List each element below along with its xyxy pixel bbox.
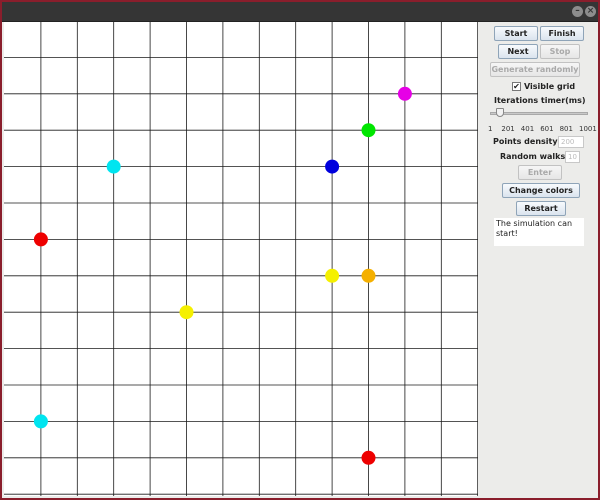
walker-point: [179, 305, 194, 320]
simulation-canvas[interactable]: [4, 22, 478, 496]
start-button[interactable]: Start: [494, 26, 538, 41]
walker-point: [361, 268, 376, 283]
close-icon[interactable]: ×: [585, 6, 596, 17]
walker-point: [325, 159, 340, 174]
control-panel: Start Finish Next Stop Generate randomly…: [480, 22, 598, 496]
status-message: The simulation can start!: [494, 218, 584, 246]
minimize-icon[interactable]: –: [572, 6, 583, 17]
visible-grid-checkbox[interactable]: ✔: [512, 82, 521, 91]
walker-point: [325, 268, 340, 283]
timer-tick-label: 601: [540, 125, 554, 133]
title-bar: – ×: [2, 2, 598, 22]
iterations-timer-track[interactable]: [490, 112, 588, 115]
walker-point: [397, 86, 412, 101]
finish-button[interactable]: Finish: [540, 26, 584, 41]
timer-tick-label: 1001: [579, 125, 597, 133]
generate-randomly-button[interactable]: Generate randomly: [490, 62, 580, 77]
walker-point: [106, 159, 121, 174]
timer-tick-label: 401: [520, 125, 535, 133]
grid-drawing: [4, 22, 478, 496]
points-density-field[interactable]: 200: [558, 136, 584, 148]
walker-point: [33, 232, 48, 247]
iterations-timer-thumb[interactable]: [496, 108, 504, 117]
restart-button[interactable]: Restart: [516, 201, 566, 216]
visible-grid-label: Visible grid: [524, 82, 576, 91]
random-walks-field[interactable]: 10: [565, 151, 580, 163]
timer-tick-label: 201: [501, 125, 515, 133]
timer-tick-labels: 1 201 401 601 801 1001: [480, 125, 598, 134]
stop-button[interactable]: Stop: [540, 44, 580, 59]
timer-tick-label: 801: [559, 125, 573, 133]
app-window: – × Start Finish Next Stop Generate rand…: [2, 2, 598, 498]
walker-point: [33, 414, 48, 429]
walker-point: [361, 450, 376, 465]
walker-point: [361, 123, 376, 138]
enter-button[interactable]: Enter: [518, 165, 562, 180]
points-density-label: Points density:: [493, 137, 561, 146]
random-walks-label: Random walks:: [500, 152, 569, 161]
next-button[interactable]: Next: [498, 44, 538, 59]
timer-tick-label: 1: [488, 125, 493, 133]
iterations-timer-label: Iterations timer(ms): [494, 96, 586, 105]
change-colors-button[interactable]: Change colors: [502, 183, 580, 198]
